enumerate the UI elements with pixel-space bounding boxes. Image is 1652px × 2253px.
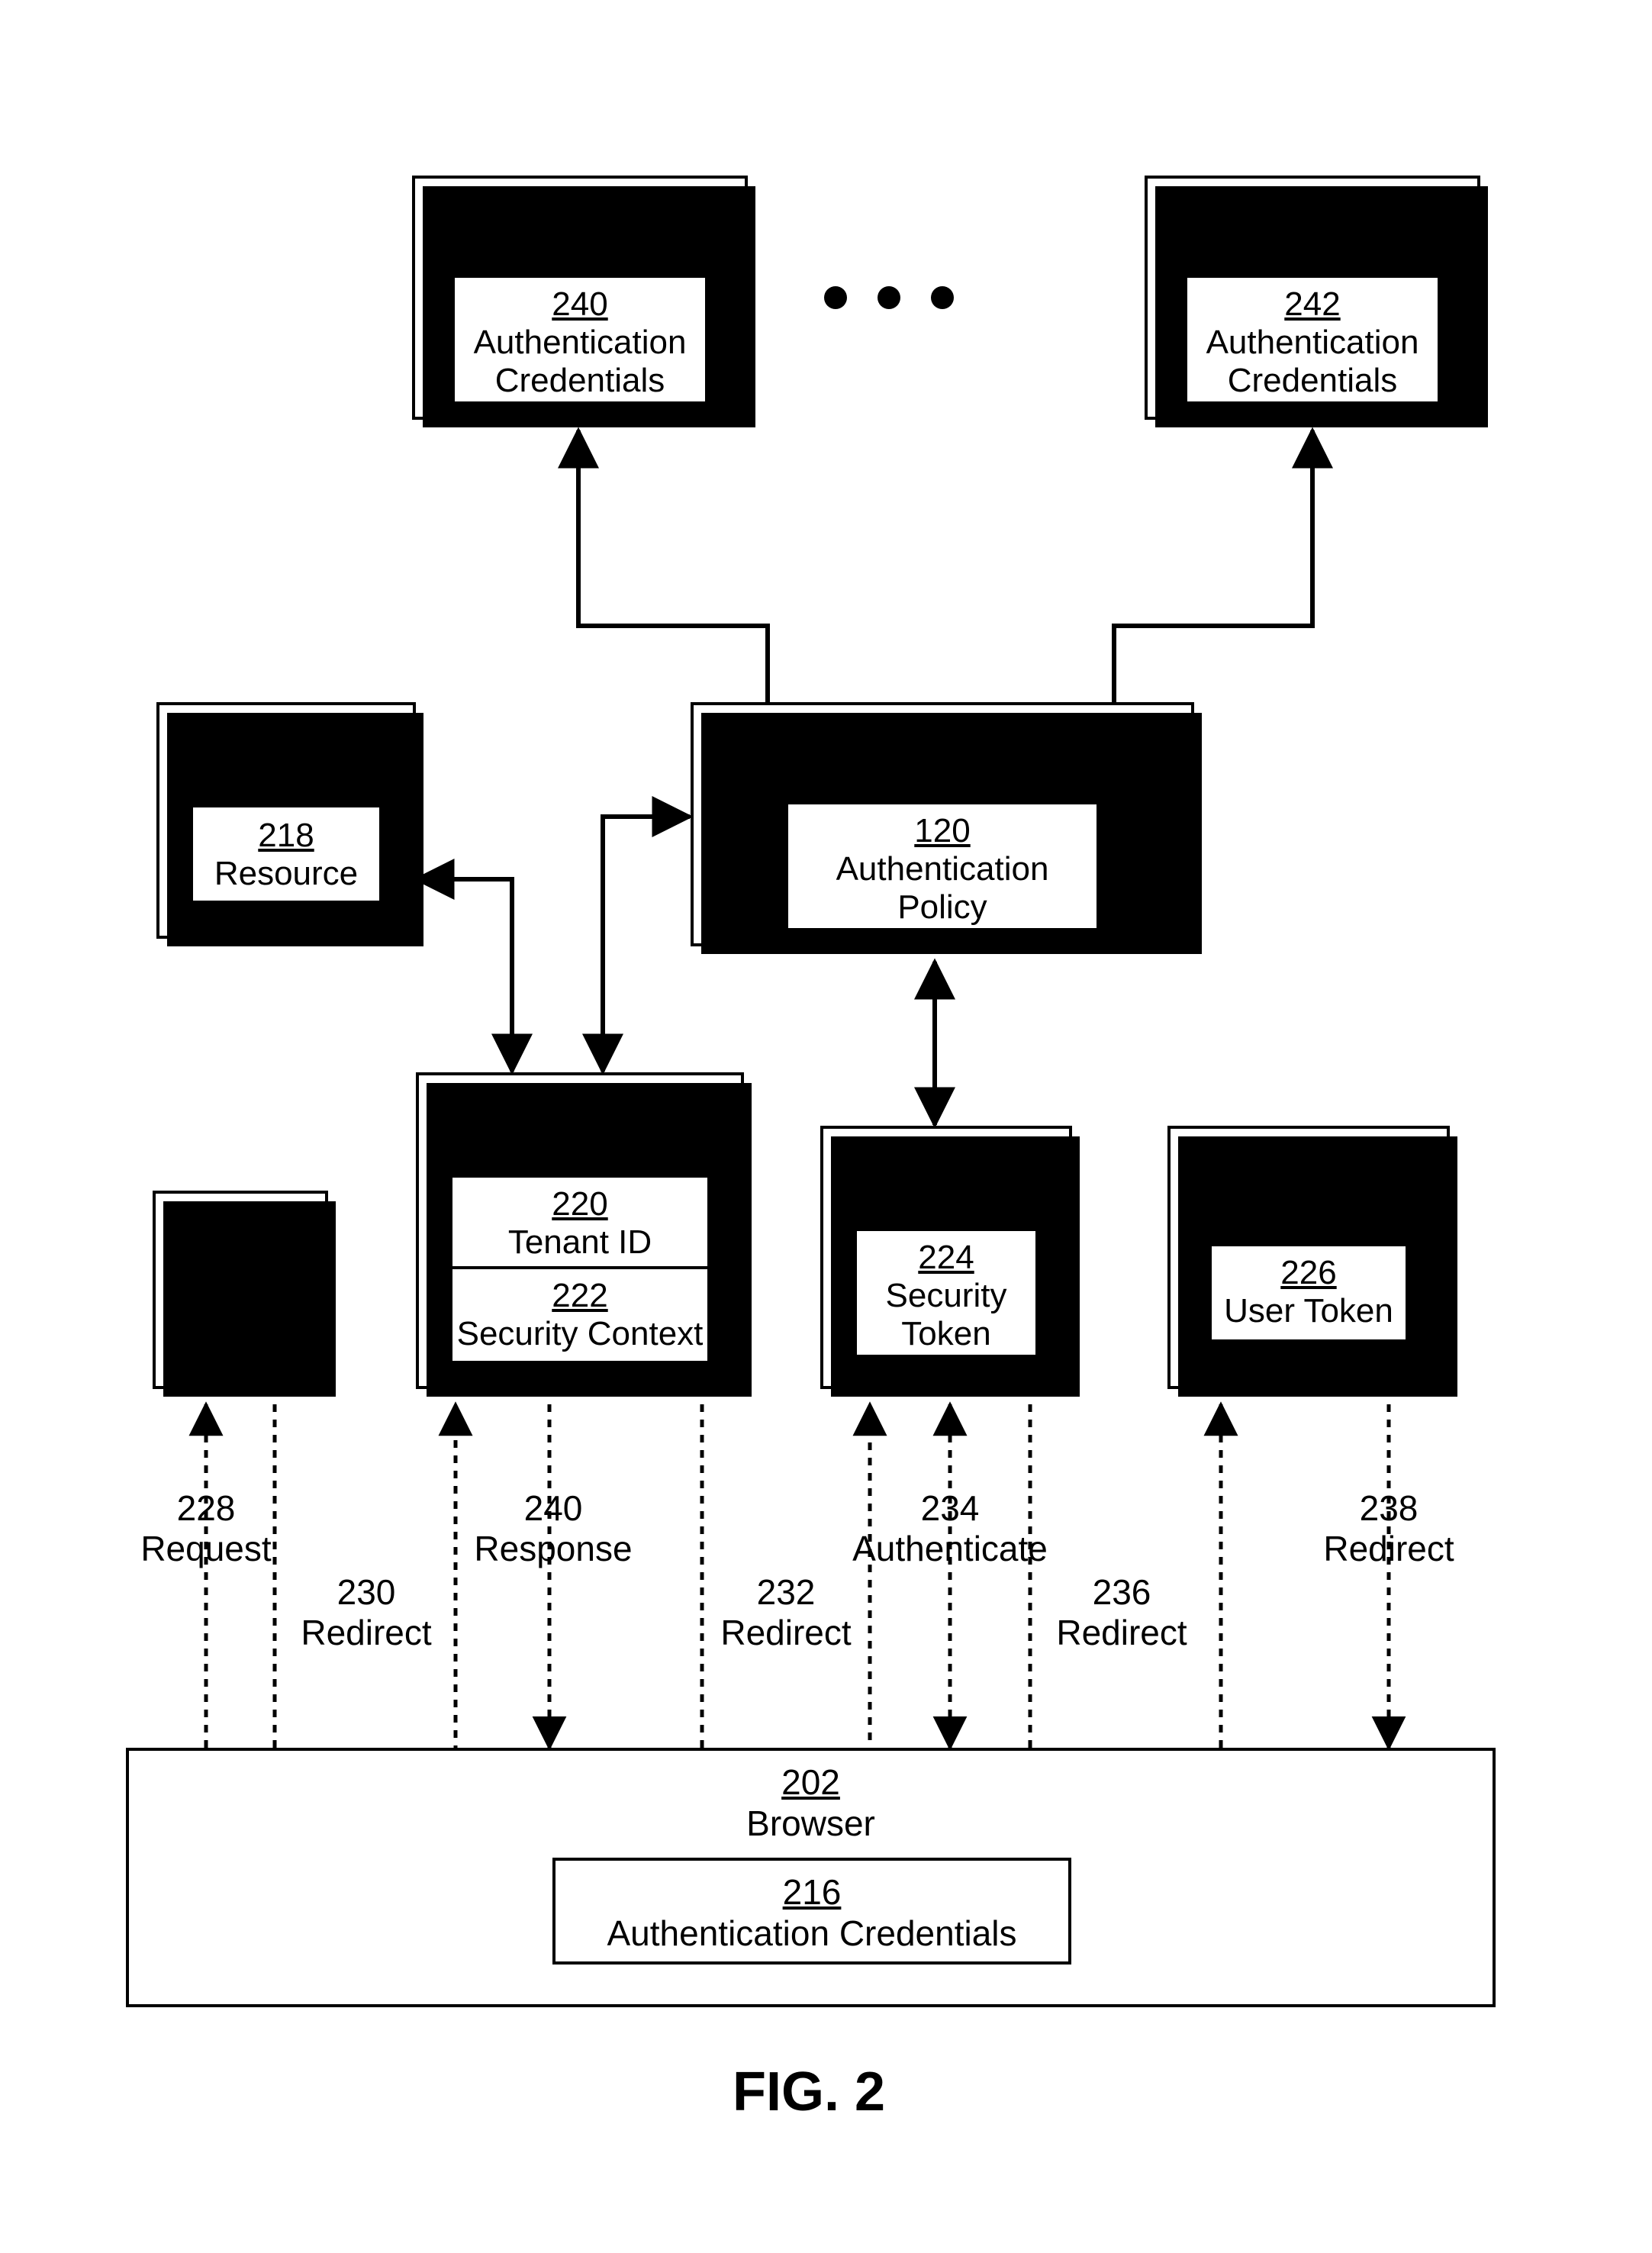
label-credentials-240: Authentication Credentials	[474, 324, 687, 399]
label-repository-214: Repository	[202, 758, 370, 798]
label-repository-210: Repository	[496, 231, 664, 271]
ref-104: 104	[694, 716, 1191, 757]
box-repository-210: 210 Repository 240 Authentication Creden…	[412, 176, 748, 420]
ref-214: 214	[159, 716, 413, 757]
label-credentials-242: Authentication Credentials	[1206, 324, 1419, 399]
box-auth-service-104: 104 Authentication Service 120 Authentic…	[691, 702, 1194, 946]
label-auth-service: Authentication Service	[768, 758, 1117, 798]
diagram-stage: 210 Repository 240 Authentication Creden…	[0, 0, 1652, 2253]
label-proxy-2: Server	[156, 1310, 325, 1351]
box-credentials-240: 240 Authentication Credentials	[452, 275, 708, 405]
figure-label: FIG. 2	[733, 2061, 885, 2123]
box-user-token-226: 226 User Token	[1209, 1243, 1409, 1342]
ref-240: 240	[455, 285, 705, 324]
ref-242: 242	[1187, 285, 1438, 324]
flow-redirect-238: 238 Redirect	[1312, 1488, 1465, 1569]
box-security-token-224: 224 Security Token	[854, 1228, 1039, 1358]
box-repository-212: 212 Repository 242 Authentication Creden…	[1145, 176, 1480, 420]
flow-redirect-232: 232 Redirect	[710, 1572, 862, 1653]
box-resource-218: 218 Resource	[190, 804, 382, 904]
ref-210: 210	[415, 189, 745, 230]
label-tenant-id: Tenant ID	[508, 1223, 652, 1261]
label-security: Security	[857, 1277, 1035, 1315]
label-credentials-216: Authentication Credentials	[607, 1913, 1017, 1953]
flow-response-240: 240 Response	[462, 1488, 645, 1569]
box-tenant-id-220: 220 Tenant ID	[449, 1175, 710, 1269]
ref-218: 218	[193, 817, 379, 855]
flow-request-228: 228 Request	[130, 1488, 282, 1569]
ref-206: 206	[419, 1086, 741, 1127]
ref-204: 204	[156, 1227, 325, 1268]
box-portal-container-206: 206 Portal Container 220 Tenant ID 222 S…	[416, 1072, 744, 1389]
box-security-context-222: 222 Security Context	[449, 1266, 710, 1364]
box-credentials-242: 242 Authentication Credentials	[1184, 275, 1441, 405]
box-credentials-216: 216 Authentication Credentials	[552, 1858, 1071, 1965]
box-browser-202: 202 Browser 216 Authentication Credentia…	[126, 1748, 1496, 2007]
label-repository-212: Repository	[1229, 231, 1396, 271]
label-resource-218: Resource	[214, 855, 358, 892]
ref-220: 220	[452, 1185, 707, 1223]
label-user-token: User Token	[1224, 1292, 1393, 1330]
ref-120: 120	[788, 812, 1097, 850]
label-auth-policy: Authentication Policy	[836, 850, 1049, 926]
box-proxy-server-204: 204 Proxy Server	[153, 1191, 328, 1389]
label-portal-container: Portal Container	[453, 1128, 707, 1168]
ref-222: 222	[452, 1277, 707, 1315]
box-repository-214: 214 Repository 218 Resource	[156, 702, 416, 939]
ref-216: 216	[555, 1871, 1068, 1913]
label-service-provider: Service Provider	[1180, 1181, 1437, 1221]
flow-redirect-230: 230 Redirect	[290, 1572, 443, 1653]
ref-202: 202	[129, 1761, 1493, 1803]
box-auth-policy-120: 120 Authentication Policy	[785, 801, 1100, 931]
flow-redirect-236: 236 Redirect	[1045, 1572, 1198, 1653]
ref-226: 226	[1212, 1254, 1406, 1292]
box-service-provider-208: 208 Service Provider 226 User Token	[1167, 1126, 1450, 1389]
ref-212: 212	[1148, 189, 1477, 230]
label-security-context: Security Context	[457, 1315, 704, 1352]
flow-authenticate-234: 234 Authenticate	[839, 1488, 1061, 1569]
label-proxy-1: Proxy	[156, 1268, 325, 1310]
label-token: Token	[857, 1315, 1035, 1353]
ref-208: 208	[1171, 1139, 1447, 1181]
ellipsis-icon	[824, 286, 954, 309]
label-browser: Browser	[746, 1803, 875, 1843]
ref-224: 224	[857, 1239, 1035, 1277]
ref-102: 102	[823, 1139, 1069, 1181]
box-identity-provider-102: 102 Identity Provider 224 Security Token	[820, 1126, 1072, 1389]
